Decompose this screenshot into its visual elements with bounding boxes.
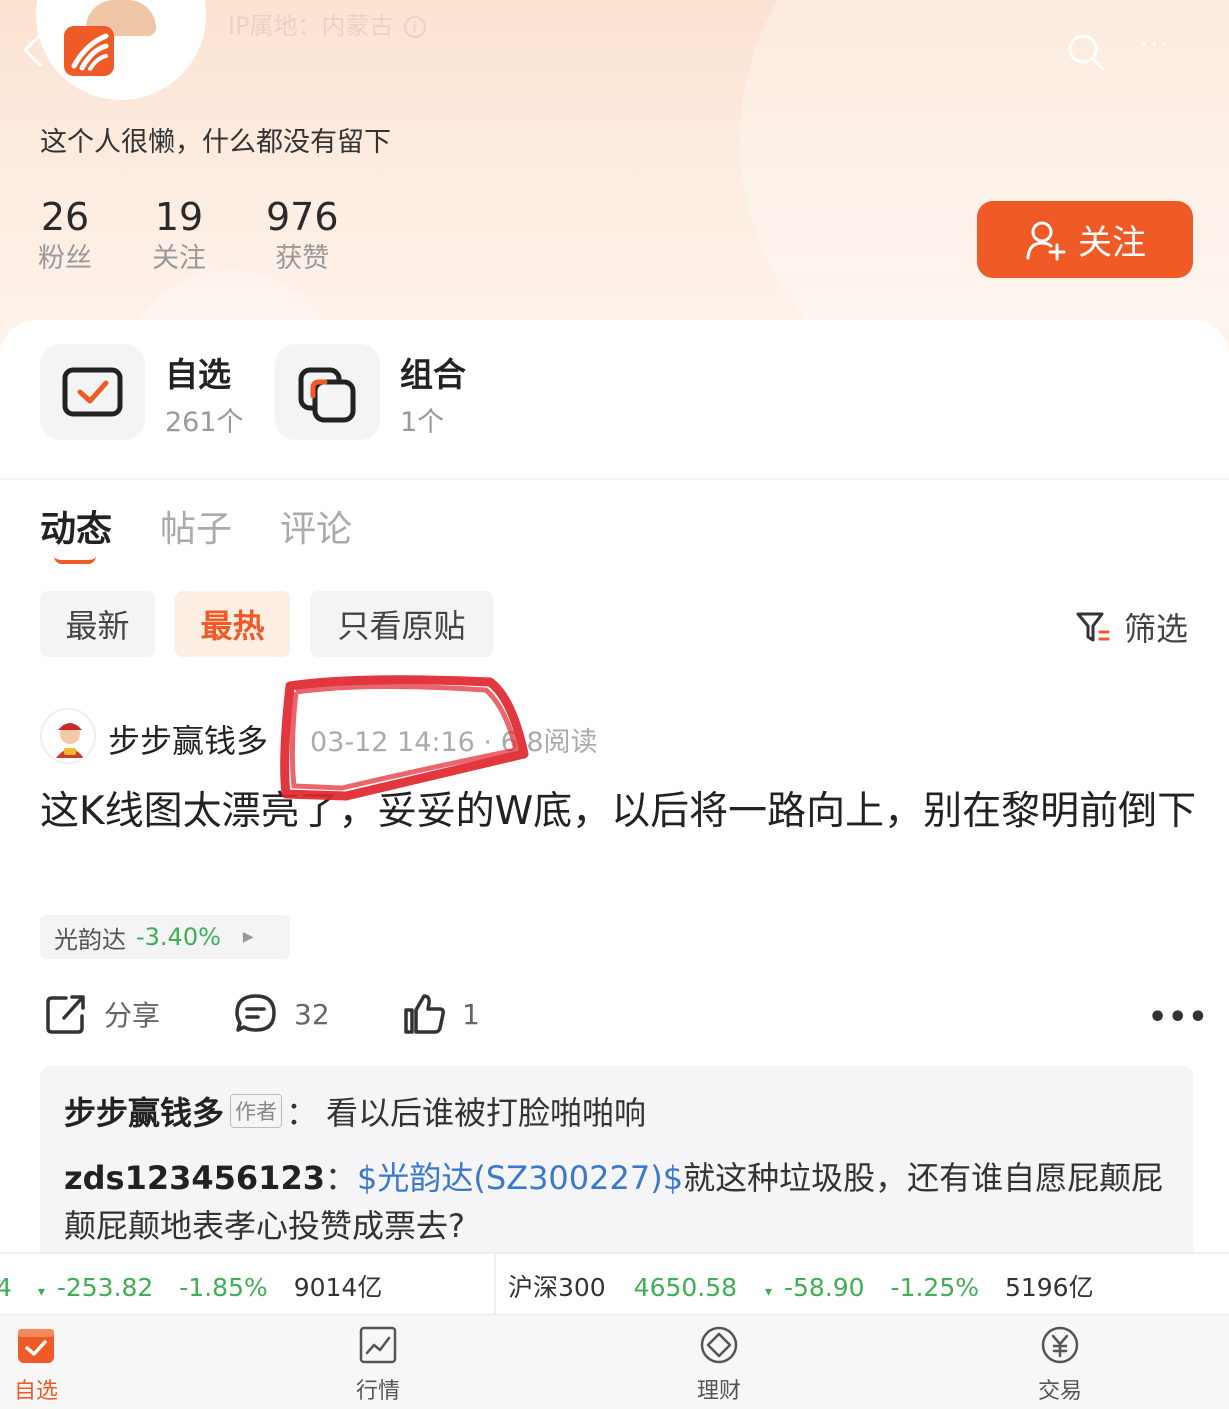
ticker-left: 4 ▾ -253.82 -1.85% 9014亿 [0,1268,382,1304]
stock-change: -3.40% [136,923,221,951]
portfolio-title[interactable]: 组合 [400,348,466,396]
nav-market[interactable]: 行情 [308,1315,448,1409]
watchlist-check-icon [62,367,123,417]
tab-posts[interactable]: 帖子 [160,500,232,552]
nav-label: 自选 [13,1379,58,1404]
ticker-change: -253.82 [56,1273,154,1302]
ticker-value: 4650.58 [633,1273,738,1302]
ticker-change: -58.90 [784,1273,865,1302]
tab-comments[interactable]: 评论 [280,500,352,552]
info-icon[interactable]: i [403,16,426,38]
follow-label: 关注 [1078,223,1146,263]
stat-fans[interactable]: 26 粉丝 [38,194,92,276]
funnel-icon [1076,612,1110,642]
comment-icon [235,994,276,1032]
stat-label: 获赞 [275,243,330,274]
user-bio: 这个人很懒，什么都没有留下 [40,127,391,158]
add-user-icon [1026,221,1066,260]
follow-button[interactable]: 关注 [977,201,1193,278]
ticker-amount: 5196亿 [1004,1273,1094,1302]
down-arrow-icon: ▾ [765,1284,773,1300]
filter-button[interactable]: 筛选 [1074,604,1188,650]
stat-likes[interactable]: 976 获赞 [266,194,339,276]
ticker-pct: -1.25% [890,1273,979,1302]
nav-trade[interactable]: 交易 [990,1315,1130,1409]
comment-item: zds123456123：$光韵达(SZ300227)$就这种垃圾股，还有谁自愿… [64,1154,1174,1250]
post-more-icon[interactable]: ••• [1148,1000,1209,1035]
comment-author[interactable]: zds123456123 [64,1159,325,1197]
active-tab-indicator [54,556,96,564]
share-label: 分享 [104,999,161,1032]
share-icon [46,995,85,1034]
yuan-trade-icon [1041,1326,1079,1364]
filter-hot[interactable]: 最热 [175,591,290,657]
ip-location: IP属地：内蒙古 i [228,6,426,41]
ticker-pct: -1.85% [179,1273,268,1302]
post-meta: 03-12 14:16 · 6 8阅读 [310,727,598,758]
nav-wealth[interactable]: 理财 [649,1315,789,1409]
nav-label: 交易 [1037,1379,1082,1404]
quick-entries-card: 自选 261个 组合 1个 [0,320,1229,480]
down-arrow-icon: ▾ [37,1284,45,1300]
watchlist-title[interactable]: 自选 [165,348,231,396]
post-author-avatar[interactable] [40,708,96,764]
market-chart-icon [359,1326,397,1364]
filter-label: 筛选 [1124,610,1189,648]
stat-value: 26 [40,195,90,239]
stock-name: 光韵达 [54,925,126,954]
author-badge: 作者 [230,1094,283,1128]
share-button[interactable]: 分享 [44,992,160,1036]
ticker-amount: 9014亿 [293,1273,383,1302]
comment-separator: ： [324,1159,357,1197]
post-content[interactable]: 这K线图太漂亮了，妥妥的W底，以后将一路向上，别在黎明前倒下 [40,784,1200,840]
comment-count: 32 [294,997,330,1031]
index-ticker[interactable]: 4 ▾ -253.82 -1.85% 9014亿 沪深300 4650.58 ▾… [0,1252,1229,1314]
post-author-name[interactable]: 步步赢钱多 [108,716,268,762]
ticker-right: 沪深300 4650.58 ▾ -58.90 -1.25% 5196亿 [508,1268,1094,1304]
like-button[interactable]: 1 [402,992,480,1036]
nav-watchlist[interactable]: 自选 [0,1315,106,1409]
comment-item: 步步赢钱多 作者 ： 看以后谁被打脸啪啪响 [64,1088,646,1134]
stat-value: 19 [154,195,204,239]
comment-text: 看以后谁被打脸啪啪响 [326,1094,647,1132]
filter-latest[interactable]: 最新 [40,591,155,657]
top-bar: IP属地：内蒙古 i ··· [0,0,1229,100]
like-count: 1 [462,997,480,1031]
portfolio-icon [298,367,356,423]
stat-label: 关注 [152,243,206,274]
comment-separator: ： [286,1094,319,1132]
stat-label: 粉丝 [38,243,92,274]
watchlist-icon [18,1329,54,1363]
nav-label: 理财 [696,1379,741,1404]
user-avatar[interactable] [36,0,206,100]
tab-activity[interactable]: 动态 [40,500,112,552]
comment-author[interactable]: 步步赢钱多 [64,1088,224,1134]
app-logo-icon [64,26,114,76]
portfolio-count: 1个 [400,407,445,438]
watchlist-entry[interactable] [40,344,145,440]
thumbs-up-icon [404,994,445,1034]
ticker-lead: 4 [0,1273,12,1302]
more-menu-icon[interactable]: ··· [1140,30,1171,60]
nav-label: 行情 [355,1379,400,1404]
comment-preview[interactable]: 步步赢钱多 作者 ： 看以后谁被打脸啪啪响 zds123456123：$光韵达(… [40,1066,1193,1266]
ticker-divider [494,1254,496,1314]
wealth-icon [700,1326,738,1364]
stock-tag[interactable]: 光韵达 -3.40% ▶ [40,915,290,959]
filter-original-only[interactable]: 只看原贴 [310,591,493,657]
bottom-nav: 自选 行情 理财 交易 [0,1314,1229,1409]
stat-value: 976 [266,195,339,239]
search-icon[interactable] [1066,32,1106,72]
stat-following[interactable]: 19 关注 [152,194,206,276]
comment-button[interactable]: 32 [234,992,330,1036]
watchlist-count: 261个 [165,407,244,438]
stock-link[interactable]: $光韵达(SZ300227)$ [357,1159,683,1197]
ticker-index-name: 沪深300 [508,1273,606,1302]
play-arrow-icon: ▶ [242,929,254,945]
portfolio-entry[interactable] [275,344,380,440]
